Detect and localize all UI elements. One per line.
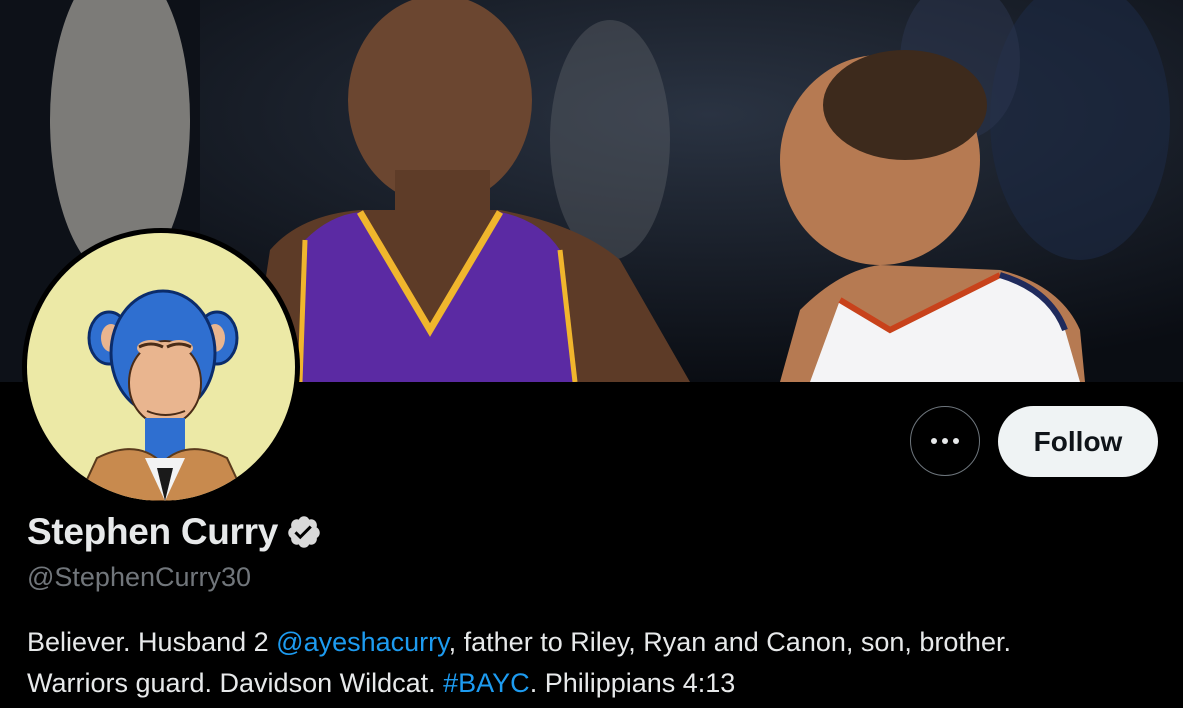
bio-hashtag-link[interactable]: #BAYC (443, 668, 530, 698)
avatar-image (27, 233, 295, 501)
more-options-button[interactable] (910, 406, 980, 476)
bio-text: . Philippians 4:13 (529, 668, 736, 698)
bio-text: , father to Riley, Ryan and Canon, son, … (448, 627, 1011, 657)
profile-avatar[interactable] (22, 228, 300, 506)
profile-bio: Believer. Husband 2 @ayeshacurry, father… (27, 622, 1157, 704)
profile-handle: @StephenCurry30 (27, 562, 252, 592)
follow-button[interactable]: Follow (998, 406, 1158, 477)
ape-avatar-icon (75, 289, 249, 501)
more-dots-icon (931, 438, 959, 444)
profile-name-row: Stephen Curry (27, 511, 322, 553)
bio-text: Believer. Husband 2 (27, 627, 277, 657)
display-name: Stephen Curry (27, 511, 279, 552)
verified-badge-icon[interactable] (286, 514, 322, 550)
bio-text: Warriors guard. Davidson Wildcat. (27, 668, 444, 698)
bio-mention-link[interactable]: @ayeshacurry (276, 627, 448, 657)
